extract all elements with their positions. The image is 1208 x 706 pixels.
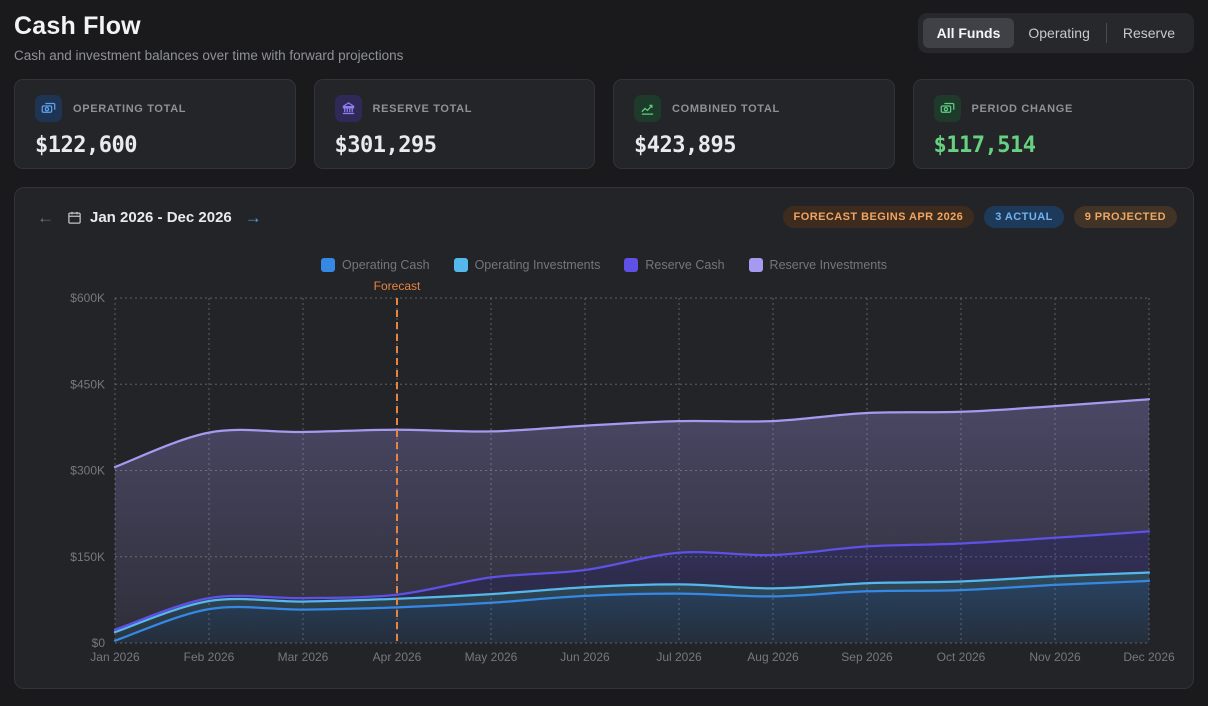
chart-areas (115, 399, 1149, 643)
legend-label: Operating Investments (475, 258, 601, 272)
card-reserve-total: RESERVE TOTAL $301,295 (314, 79, 596, 169)
legend-label: Reserve Investments (770, 258, 887, 272)
card-label: RESERVE TOTAL (373, 103, 473, 115)
svg-text:Jul 2026: Jul 2026 (656, 650, 702, 664)
title-block: Cash Flow Cash and investment balances o… (14, 12, 403, 63)
svg-text:Oct 2026: Oct 2026 (937, 650, 986, 664)
legend-item-operating-cash: Operating Cash (321, 258, 430, 272)
svg-text:Dec 2026: Dec 2026 (1123, 650, 1175, 664)
bank-icon (335, 95, 362, 122)
stat-cards: OPERATING TOTAL $122,600 RESERVE TOTAL $… (14, 79, 1194, 169)
card-value: $117,514 (934, 133, 1174, 158)
forecast-label: Forecast (374, 279, 421, 293)
tab-divider (1106, 23, 1107, 43)
card-header: COMBINED TOTAL (634, 95, 874, 122)
card-value: $423,895 (634, 133, 874, 158)
card-value: $122,600 (35, 133, 275, 158)
card-label: COMBINED TOTAL (672, 103, 780, 115)
status-badges: FORECAST BEGINS APR 2026 3 ACTUAL 9 PROJ… (783, 206, 1177, 228)
legend-label: Operating Cash (342, 258, 430, 272)
forecast-begins-badge: FORECAST BEGINS APR 2026 (783, 206, 975, 228)
legend-swatch (454, 258, 468, 272)
card-header: PERIOD CHANGE (934, 95, 1174, 122)
svg-text:Jan 2026: Jan 2026 (90, 650, 140, 664)
tab-all-funds[interactable]: All Funds (923, 18, 1015, 48)
svg-text:Aug 2026: Aug 2026 (747, 650, 799, 664)
projected-count-badge: 9 PROJECTED (1074, 206, 1177, 228)
date-range-nav: ← Jan 2026 - Dec 2026 → (35, 207, 264, 228)
page-subtitle: Cash and investment balances over time w… (14, 48, 403, 63)
legend-swatch (624, 258, 638, 272)
actual-count-badge: 3 ACTUAL (984, 206, 1064, 228)
legend-item-operating-investments: Operating Investments (454, 258, 601, 272)
cash-flow-chart-panel: $0 $150K $300K $450K $600K Jan 2026 Feb 2026 Ma… (14, 187, 1194, 689)
tab-reserve[interactable]: Reserve (1109, 18, 1189, 48)
svg-text:May 2026: May 2026 (465, 650, 518, 664)
svg-text:Nov 2026: Nov 2026 (1029, 650, 1081, 664)
page-header: Cash Flow Cash and investment balances o… (14, 12, 1194, 63)
tab-operating[interactable]: Operating (1014, 18, 1103, 48)
svg-text:Jun 2026: Jun 2026 (560, 650, 610, 664)
legend-item-reserve-cash: Reserve Cash (624, 258, 724, 272)
svg-text:Apr 2026: Apr 2026 (373, 650, 422, 664)
svg-text:Sep 2026: Sep 2026 (841, 650, 893, 664)
banknotes-icon (35, 95, 62, 122)
legend-swatch (749, 258, 763, 272)
chart-header: ← Jan 2026 - Dec 2026 → FORECAST BEGINS … (35, 206, 1177, 228)
fund-filter-tabs: All Funds Operating Reserve (918, 13, 1194, 53)
prev-period-button[interactable]: ← (35, 207, 56, 228)
calendar-icon (67, 210, 82, 225)
svg-text:$0: $0 (92, 636, 106, 650)
legend-label: Reserve Cash (645, 258, 724, 272)
chart-up-icon (634, 95, 661, 122)
card-combined-total: COMBINED TOTAL $423,895 (613, 79, 895, 169)
chart-legend: Operating Cash Operating Investments Res… (15, 258, 1193, 272)
svg-text:$300K: $300K (70, 464, 105, 478)
card-period-change: PERIOD CHANGE $117,514 (913, 79, 1195, 169)
svg-text:$450K: $450K (70, 377, 105, 391)
card-header: OPERATING TOTAL (35, 95, 275, 122)
svg-text:Feb 2026: Feb 2026 (184, 650, 235, 664)
card-operating-total: OPERATING TOTAL $122,600 (14, 79, 296, 169)
card-label: PERIOD CHANGE (972, 103, 1073, 115)
date-range-label: Jan 2026 - Dec 2026 (90, 209, 232, 226)
svg-text:$600K: $600K (70, 291, 105, 305)
svg-text:$150K: $150K (70, 550, 105, 564)
card-label: OPERATING TOTAL (73, 103, 186, 115)
date-range: Jan 2026 - Dec 2026 (67, 209, 232, 226)
legend-swatch (321, 258, 335, 272)
legend-item-reserve-investments: Reserve Investments (749, 258, 887, 272)
next-period-button[interactable]: → (243, 207, 264, 228)
banknotes-icon (934, 95, 961, 122)
card-value: $301,295 (335, 133, 575, 158)
page-title: Cash Flow (14, 12, 403, 41)
svg-text:Mar 2026: Mar 2026 (278, 650, 329, 664)
card-header: RESERVE TOTAL (335, 95, 575, 122)
